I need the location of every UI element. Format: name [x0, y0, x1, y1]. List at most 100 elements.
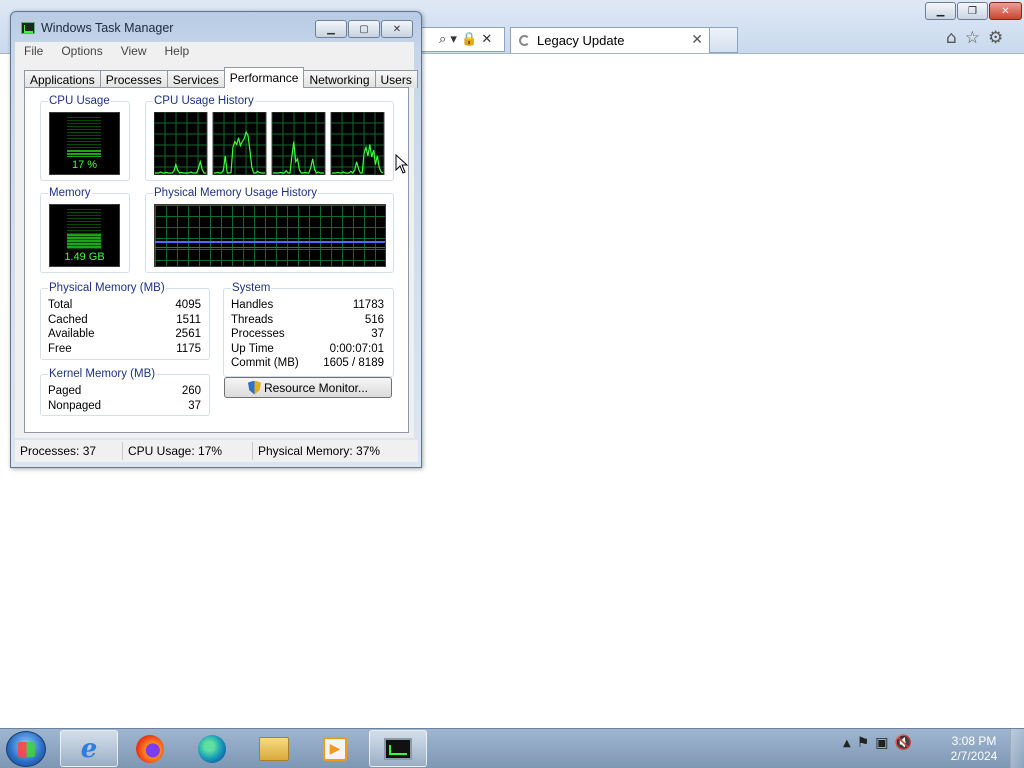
label-threads: Threads: [231, 313, 274, 326]
menu-options[interactable]: Options: [52, 44, 111, 58]
star-icon[interactable]: ☆: [965, 28, 980, 48]
internet-explorer-icon: e: [80, 733, 98, 764]
tab-applications[interactable]: Applications: [24, 70, 101, 88]
cpu-usage-group: CPU Usage 17 %: [40, 95, 130, 181]
tab-close-icon[interactable]: ✕: [691, 31, 703, 48]
memory-meter: 1.49 GB: [49, 204, 120, 267]
browser-minimize-button[interactable]: ▁: [925, 2, 956, 20]
tab-performance[interactable]: Performance: [223, 67, 305, 88]
row-commit: Commit (MB) 1605 / 8189: [231, 356, 384, 371]
browser-command-icons: ⌂ ☆ ⚙: [946, 28, 1003, 48]
label-cached: Cached: [48, 313, 88, 326]
show-hidden-icons-icon[interactable]: ▲: [843, 738, 851, 749]
folder-icon: [259, 736, 289, 761]
value-threads: 516: [364, 313, 384, 326]
performance-panel: CPU Usage 17 % CPU Usage History Memory: [24, 87, 409, 433]
tab-networking[interactable]: Networking: [303, 70, 376, 88]
uac-shield-icon: [247, 380, 261, 395]
menu-bar: File Options View Help: [15, 42, 414, 60]
browser-restore-button[interactable]: ❐: [957, 2, 988, 20]
row-nonpaged: Nonpaged 37: [48, 399, 201, 414]
cpu-history-core-1: [154, 112, 208, 175]
clock[interactable]: 3:08 PM 2/7/2024: [944, 734, 1004, 764]
browser-close-button[interactable]: ✕: [989, 2, 1022, 20]
loading-icon: [519, 35, 530, 46]
taskbar-media-player[interactable]: ▶: [306, 730, 364, 767]
system-label: System: [231, 282, 272, 294]
tab-strip: Applications Processes Services Performa…: [24, 67, 418, 88]
label-available: Available: [48, 328, 95, 340]
row-cached: Cached 1511: [48, 313, 201, 328]
system-rows: Handles 11783 Threads 516 Processes 37 Up T…: [231, 298, 384, 371]
cpu-history-core-2: [212, 112, 267, 175]
task-manager-window: Windows Task Manager ▁ ▢ ✕ File Options …: [10, 11, 422, 468]
menu-file[interactable]: File: [15, 44, 52, 58]
kernel-memory-group: Kernel Memory (MB) Paged 260 Nonpaged 37: [40, 368, 210, 416]
memory-history-line-2: [155, 247, 385, 248]
memory-history-label: Physical Memory Usage History: [153, 187, 318, 199]
show-desktop-button[interactable]: [1010, 729, 1024, 768]
home-icon[interactable]: ⌂: [946, 28, 957, 48]
memory-history-graph: [154, 204, 386, 267]
address-bar-buttons[interactable]: ⌕ ▾ 🔒 ✕: [420, 27, 505, 52]
cpu-meter-fill: [67, 150, 101, 157]
cpu-history-graphs: [154, 112, 385, 175]
resource-monitor-button[interactable]: Resource Monitor...: [224, 377, 392, 398]
row-uptime: Up Time 0:00:07:01: [231, 342, 384, 357]
tab-title: Legacy Update: [537, 33, 625, 48]
start-button[interactable]: [6, 731, 46, 767]
memory-history-group: Physical Memory Usage History: [145, 187, 394, 273]
minimize-button[interactable]: ▁: [315, 20, 347, 38]
close-button[interactable]: ✕: [381, 20, 413, 38]
tab-services[interactable]: Services: [166, 70, 225, 88]
maximize-button[interactable]: ▢: [348, 20, 380, 38]
taskbar-firefox[interactable]: [121, 730, 179, 767]
row-available: Available 2561: [48, 327, 201, 342]
value-handles: 11783: [352, 299, 384, 311]
volume-muted-icon[interactable]: 🔇: [895, 735, 912, 751]
value-cached: 1511: [176, 313, 201, 326]
memory-label: Memory: [48, 187, 92, 199]
cpu-usage-value: 17 %: [71, 159, 98, 171]
taskbar-task-manager[interactable]: [369, 730, 427, 767]
row-processes: Processes 37: [231, 327, 384, 342]
memory-group: Memory 1.49 GB: [40, 187, 130, 273]
status-bar: Processes: 37 CPU Usage: 17% Physical Me…: [15, 440, 418, 462]
cpu-history-label: CPU Usage History: [153, 95, 255, 107]
firefox-icon: [136, 734, 164, 763]
value-commit: 1605 / 8189: [323, 357, 384, 369]
taskbar: e ▶ ▲ ⚑ ▣ 🔇 3:08 PM 2/7/2024: [0, 728, 1024, 768]
gear-icon[interactable]: ⚙: [988, 28, 1003, 48]
menu-help[interactable]: Help: [156, 44, 199, 58]
value-uptime: 0:00:07:01: [329, 342, 384, 355]
taskbar-internet-explorer[interactable]: e: [60, 730, 118, 767]
label-uptime: Up Time: [231, 342, 274, 355]
label-commit: Commit (MB): [231, 357, 299, 369]
value-paged: 260: [181, 385, 201, 397]
tab-legacy-update[interactable]: Legacy Update ✕: [510, 27, 710, 53]
tab-users[interactable]: Users: [374, 70, 418, 88]
action-center-flag-icon[interactable]: ⚑: [857, 735, 870, 751]
label-total: Total: [48, 299, 73, 311]
window-title: Windows Task Manager: [21, 21, 173, 35]
new-tab-button[interactable]: [710, 27, 738, 53]
menu-view[interactable]: View: [112, 44, 156, 58]
value-processes: 37: [371, 328, 384, 340]
row-total: Total 4095: [48, 298, 201, 313]
physical-memory-label: Physical Memory (MB): [48, 282, 166, 294]
taskbar-edge[interactable]: [183, 730, 241, 767]
taskbar-file-explorer[interactable]: [245, 730, 303, 767]
cpu-usage-meter: 17 %: [49, 112, 120, 175]
tab-processes[interactable]: Processes: [99, 70, 168, 88]
task-manager-body: Applications Processes Services Performa…: [15, 60, 418, 438]
network-icon[interactable]: ▣: [875, 735, 888, 751]
label-processes: Processes: [231, 328, 285, 340]
cpu-history-core-4: [330, 112, 385, 175]
memory-meter-fill: [67, 234, 101, 249]
status-memory: Physical Memory: 37%: [258, 444, 381, 458]
label-free: Free: [48, 342, 72, 355]
row-handles: Handles 11783: [231, 298, 384, 313]
notification-area: ▲ ⚑ ▣ 🔇: [843, 735, 912, 751]
row-paged: Paged 260: [48, 384, 201, 399]
cpu-history-group: CPU Usage History: [145, 95, 394, 181]
